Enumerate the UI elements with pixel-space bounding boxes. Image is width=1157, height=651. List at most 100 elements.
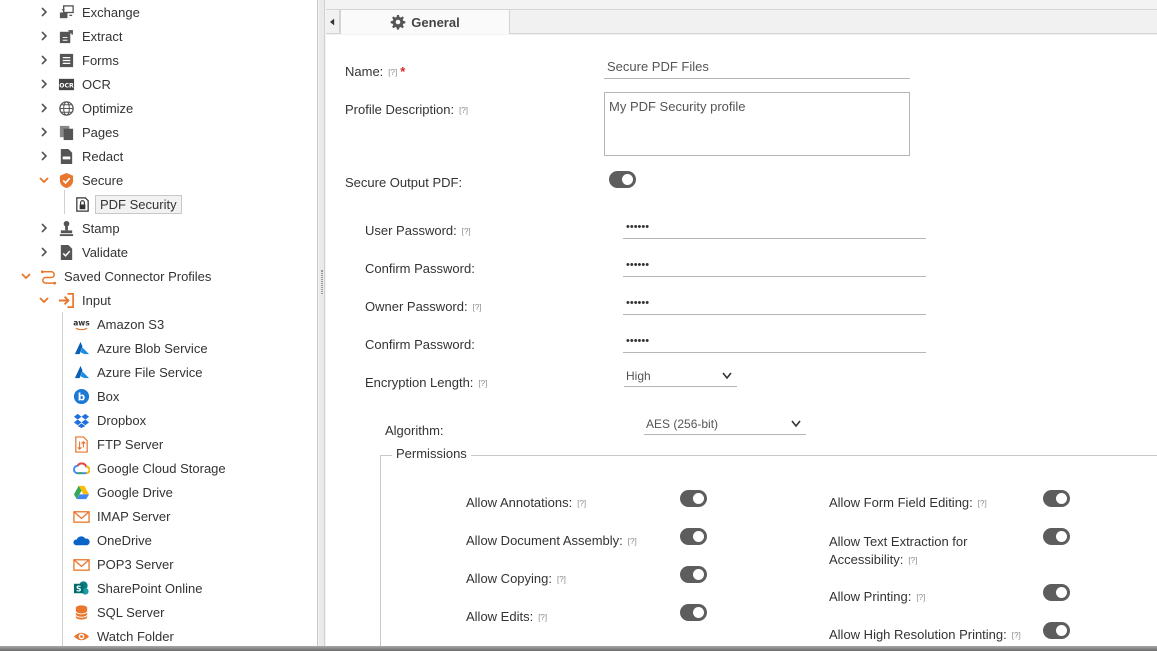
tree-item-label: Azure File Service: [97, 364, 203, 380]
shield-icon: [57, 171, 75, 189]
tree-item-forms[interactable]: Forms: [38, 49, 119, 71]
help-icon[interactable]: [?]: [478, 379, 487, 388]
tree-item-extract[interactable]: Extract: [38, 25, 122, 47]
allow-printing-label: Allow Printing: [?]: [829, 589, 926, 604]
tree-item-label: Extract: [82, 28, 123, 44]
name-field[interactable]: Secure PDF Files: [604, 57, 910, 79]
help-icon[interactable]: [?]: [462, 227, 471, 236]
secure-output-pdf-label: Secure Output PDF:: [345, 175, 463, 190]
tree-item-label: Input: [82, 292, 111, 308]
tree-item-label: OneDrive: [97, 532, 152, 548]
allow-printing-toggle[interactable]: [1043, 584, 1070, 601]
tree-item-stamp[interactable]: Stamp: [38, 217, 120, 239]
tree-item-box[interactable]: b Box: [72, 385, 119, 407]
chevron-right-icon[interactable]: [38, 126, 50, 138]
tree-item-dropbox[interactable]: Dropbox: [72, 409, 146, 431]
tree-item-label: Redact: [82, 148, 124, 164]
tree-item-google-drive[interactable]: Google Drive: [72, 481, 173, 503]
tree-item-imap-server[interactable]: IMAP Server: [72, 505, 170, 527]
algorithm-select[interactable]: AES (256-bit): [644, 414, 806, 435]
redact-icon: [57, 147, 75, 165]
tree-item-watch-folder[interactable]: Watch Folder: [72, 625, 174, 647]
owner-password-label: Owner Password: [?]: [365, 299, 482, 314]
chevron-right-icon[interactable]: [38, 6, 50, 18]
allow-annotations-label: Allow Annotations: [?]: [466, 495, 587, 510]
tree-item-saved-connector-profiles[interactable]: Saved Connector Profiles: [20, 265, 211, 287]
chevron-right-icon[interactable]: [38, 30, 50, 42]
tree-item-ftp-server[interactable]: FTP Server: [72, 433, 163, 455]
chevron-down-icon[interactable]: [38, 174, 50, 186]
tree-item-label: Dropbox: [97, 412, 147, 428]
chevron-down-icon[interactable]: [38, 294, 50, 306]
help-icon[interactable]: [?]: [1012, 631, 1021, 640]
mail-icon: [72, 507, 90, 525]
tree-item-onedrive[interactable]: OneDrive: [72, 529, 152, 551]
chevron-right-icon[interactable]: [38, 78, 50, 90]
tree-item-azure-blob[interactable]: Azure Blob Service: [72, 337, 208, 359]
help-icon[interactable]: [?]: [908, 556, 917, 565]
allow-high-resolution-printing-toggle[interactable]: [1043, 622, 1070, 639]
window-bottom-edge: [0, 646, 1157, 651]
help-icon[interactable]: [?]: [473, 303, 482, 312]
chevron-down-icon[interactable]: [20, 270, 32, 282]
tree-item-label: Saved Connector Profiles: [64, 268, 212, 284]
google-drive-icon: [72, 483, 90, 501]
tree-item-label: FTP Server: [97, 436, 164, 452]
tree-item-label: Google Drive: [97, 484, 173, 500]
validate-icon: [57, 243, 75, 261]
tree-item-ocr[interactable]: OCR OCR: [38, 73, 111, 95]
tab-general[interactable]: General: [340, 9, 510, 34]
encryption-length-select[interactable]: High: [624, 366, 737, 387]
tree-item-azure-file[interactable]: Azure File Service: [72, 361, 202, 383]
tree-item-input[interactable]: Input: [38, 289, 111, 311]
tree-item-google-cloud-storage[interactable]: Google Cloud Storage: [72, 457, 226, 479]
help-icon[interactable]: [?]: [538, 613, 547, 622]
allow-copying-toggle[interactable]: [680, 566, 707, 583]
chevron-right-icon[interactable]: [38, 246, 50, 258]
splitter-grip[interactable]: [321, 270, 323, 294]
help-icon[interactable]: [?]: [577, 499, 586, 508]
chevron-down-icon: [791, 420, 801, 428]
confirm-password-field[interactable]: ••••••: [623, 255, 926, 277]
help-icon[interactable]: [?]: [628, 537, 637, 546]
help-icon[interactable]: [?]: [557, 575, 566, 584]
tree-item-pages[interactable]: Pages: [38, 121, 119, 143]
chevron-right-icon[interactable]: [38, 102, 50, 114]
tree-item-label: OCR: [82, 76, 111, 92]
allow-annotations-toggle[interactable]: [680, 490, 707, 507]
tree-item-secure[interactable]: Secure: [38, 169, 123, 191]
secure-output-pdf-toggle[interactable]: [609, 171, 636, 188]
database-icon: [72, 603, 90, 621]
help-icon[interactable]: [?]: [916, 593, 925, 602]
box-icon: b: [72, 387, 90, 405]
allow-edits-toggle[interactable]: [680, 604, 707, 621]
tree-item-redact[interactable]: Redact: [38, 145, 123, 167]
tree-item-exchange[interactable]: Exchange: [38, 1, 140, 23]
allow-text-extraction-toggle[interactable]: [1043, 528, 1070, 545]
tree-item-sharepoint-online[interactable]: S SharePoint Online: [72, 577, 203, 599]
tree-item-label: Secure: [82, 172, 124, 188]
allow-form-field-editing-toggle[interactable]: [1043, 490, 1070, 507]
tab-scroll-left-button[interactable]: [326, 10, 340, 33]
allow-document-assembly-toggle[interactable]: [680, 528, 707, 545]
tree-item-optimize[interactable]: Optimize: [38, 97, 133, 119]
chevron-right-icon[interactable]: [38, 150, 50, 162]
tab-bar: General: [326, 9, 1157, 34]
tree-item-pdf-security[interactable]: PDF Security: [73, 193, 182, 215]
user-password-field[interactable]: ••••••: [623, 217, 926, 239]
chevron-right-icon[interactable]: [38, 54, 50, 66]
help-icon[interactable]: [?]: [459, 106, 468, 115]
chevron-right-icon[interactable]: [38, 222, 50, 234]
encryption-length-label: Encryption Length: [?]: [365, 375, 488, 390]
profile-description-field[interactable]: My PDF Security profile: [604, 92, 910, 156]
confirm-owner-password-field[interactable]: ••••••: [623, 331, 926, 353]
panel-splitter[interactable]: [319, 0, 325, 648]
tree-item-amazon-s3[interactable]: aws Amazon S3: [72, 313, 164, 335]
tree-item-sql-server[interactable]: SQL Server: [72, 601, 164, 623]
help-icon[interactable]: [?]: [388, 68, 397, 77]
tree-item-validate[interactable]: Validate: [38, 241, 128, 263]
help-icon[interactable]: [?]: [978, 499, 987, 508]
owner-password-field[interactable]: ••••••: [623, 293, 926, 315]
tree-item-pop3-server[interactable]: POP3 Server: [72, 553, 174, 575]
profile-description-label: Profile Description: [?]: [345, 102, 469, 117]
